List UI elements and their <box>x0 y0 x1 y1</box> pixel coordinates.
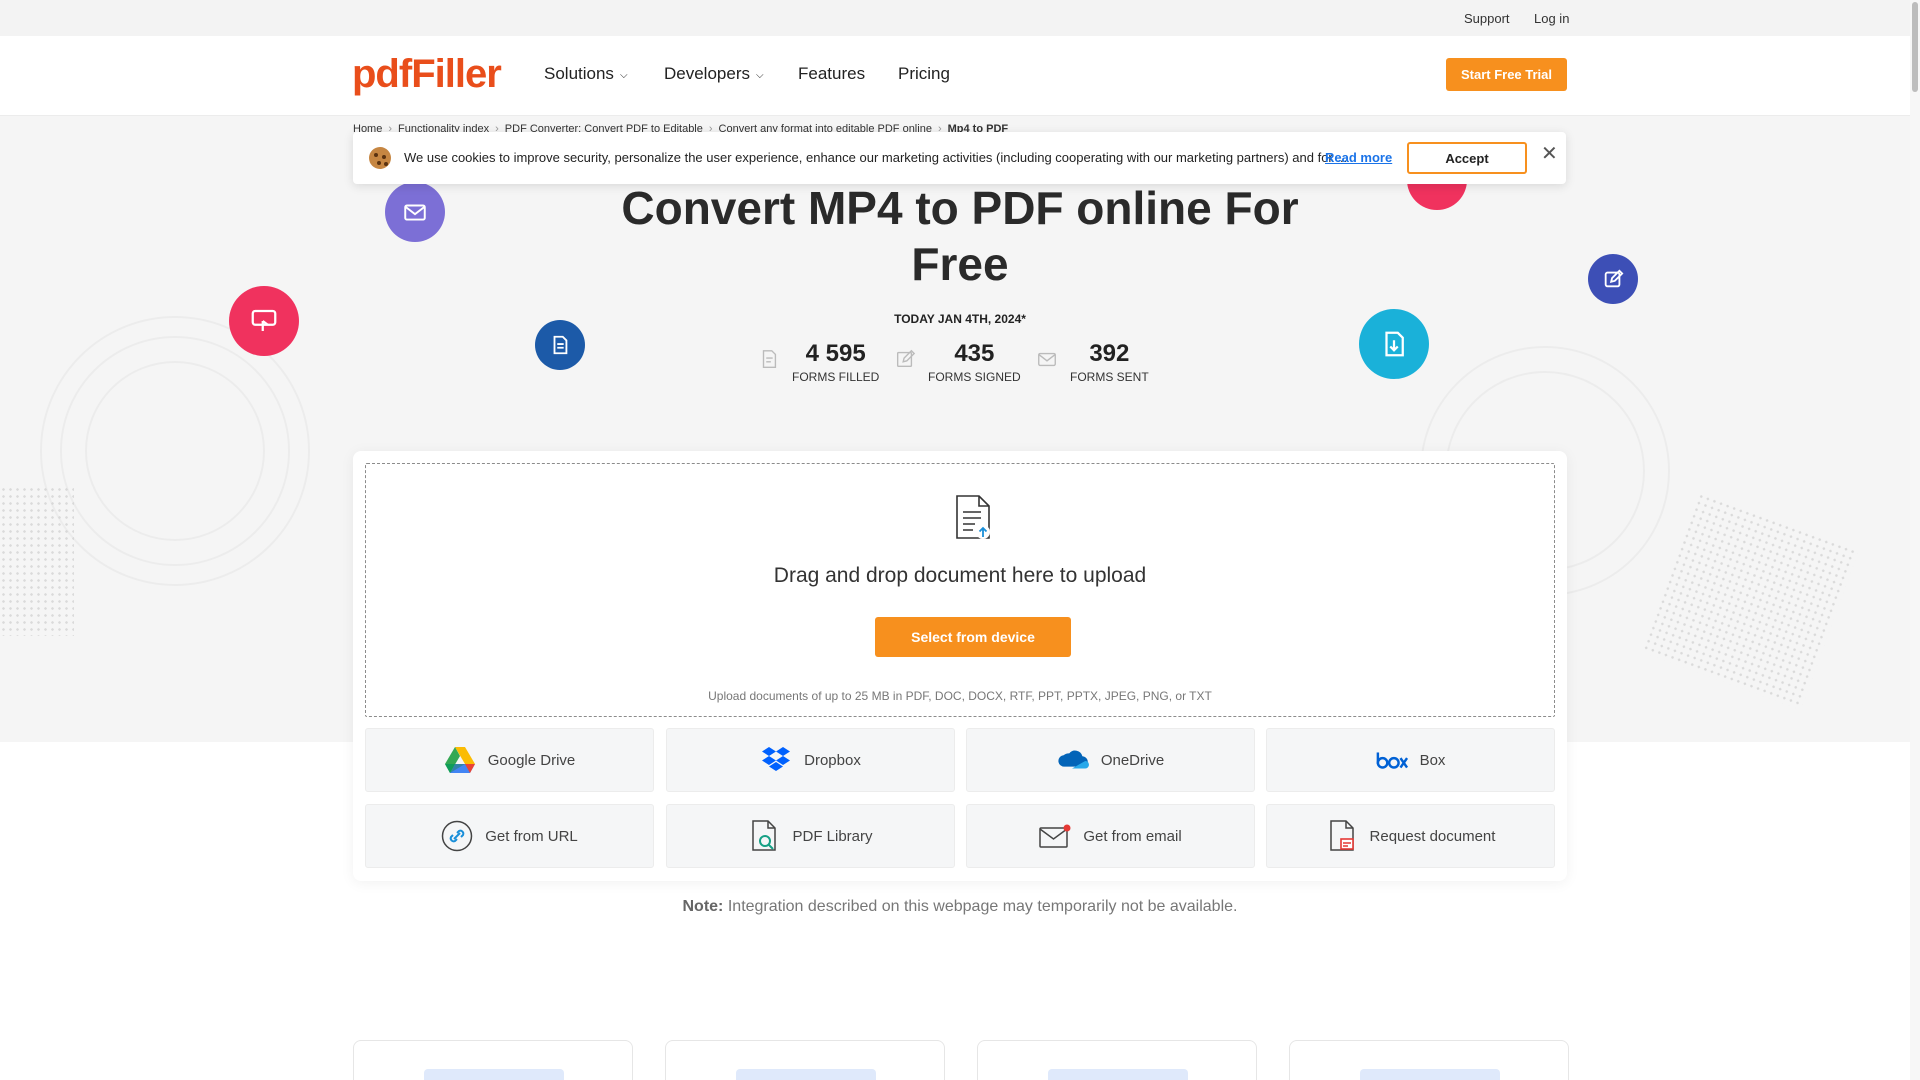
request-document-label: Request document <box>1369 827 1496 845</box>
decor-dots <box>0 486 74 636</box>
decor-dots <box>1641 492 1859 710</box>
upload-dropzone[interactable]: Drag and drop document here to upload Se… <box>365 463 1555 717</box>
close-icon[interactable]: ✕ <box>1541 141 1558 166</box>
email-icon <box>1039 820 1071 852</box>
form-signed-icon <box>896 349 916 368</box>
note-text: Integration described on this webpage ma… <box>727 898 1238 915</box>
cookie-accept-button[interactable]: Accept <box>1407 142 1527 174</box>
email-envelope-icon <box>385 182 445 242</box>
stat-value: 435 <box>954 340 995 367</box>
cookie-icon <box>369 147 391 169</box>
feature-illustration <box>1360 1069 1500 1080</box>
onedrive-button[interactable]: OneDrive <box>966 728 1255 792</box>
start-free-trial-button[interactable]: Start Free Trial <box>1446 58 1567 91</box>
touch-sign-icon <box>229 286 299 356</box>
box-label: Box <box>1419 751 1446 769</box>
chevron-down-icon: ⌵ <box>756 69 764 81</box>
drop-text: Drag and drop document here to upload <box>773 564 1147 587</box>
google-drive-icon <box>444 744 476 776</box>
nav-solutions[interactable]: Solutions ⌵ <box>544 64 628 84</box>
onedrive-icon <box>1057 744 1089 776</box>
document-list-icon <box>535 320 585 370</box>
upload-note: Upload documents of up to 25 MB in PDF, … <box>708 689 1212 703</box>
pdf-library-button[interactable]: PDF Library <box>666 804 955 868</box>
download-document-icon <box>1359 309 1429 379</box>
get-from-url-button[interactable]: Get from URL <box>365 804 654 868</box>
dropbox-icon <box>760 744 792 776</box>
nav-pricing-label: Pricing <box>898 64 950 83</box>
integration-note: Note: Integration described on this webp… <box>0 898 1920 916</box>
pdf-library-icon <box>748 820 780 852</box>
stat-forms-sent: 392 FORMS SENT <box>1036 340 1149 384</box>
nav-features-label: Features <box>798 64 866 83</box>
stat-label: FORMS FILLED <box>792 370 880 384</box>
select-from-device-button[interactable]: Select from device <box>875 617 1071 657</box>
box-button[interactable]: Box <box>1266 728 1555 792</box>
onedrive-label: OneDrive <box>1100 751 1165 769</box>
link-icon <box>441 820 473 852</box>
cookie-read-more-link[interactable]: Read more <box>1325 150 1392 165</box>
form-sent-icon <box>1038 352 1056 367</box>
feature-card[interactable] <box>665 1040 945 1080</box>
pdffiller-logo[interactable]: pdfFiller <box>352 52 502 97</box>
feature-card[interactable] <box>353 1040 633 1080</box>
stat-forms-signed: 435 FORMS SIGNED <box>894 340 1021 384</box>
upload-document-icon <box>956 495 990 539</box>
feature-illustration <box>424 1069 564 1080</box>
nav-developers-label: Developers <box>664 64 750 83</box>
support-link[interactable]: Support <box>1464 11 1510 26</box>
decor-ring <box>85 361 265 541</box>
nav-solutions-label: Solutions <box>544 64 614 83</box>
get-from-url-label: Get from URL <box>485 827 578 845</box>
feature-card[interactable] <box>1289 1040 1569 1080</box>
nav-features[interactable]: Features <box>798 64 865 84</box>
chevron-down-icon: ⌵ <box>619 69 628 81</box>
stat-value: 4 595 <box>805 340 866 367</box>
nav-developers[interactable]: Developers ⌵ <box>664 64 764 84</box>
dropbox-label: Dropbox <box>804 751 861 769</box>
form-filled-icon <box>762 350 777 368</box>
request-document-button[interactable]: Request document <box>1266 804 1555 868</box>
feature-illustration <box>736 1069 876 1080</box>
main-header: pdfFiller Solutions ⌵ Developers ⌵ Featu… <box>0 36 1920 116</box>
upload-card: Drag and drop document here to upload Se… <box>353 451 1567 881</box>
feature-card[interactable] <box>977 1040 1257 1080</box>
nav-pricing[interactable]: Pricing <box>898 64 950 84</box>
stat-value: 392 <box>1089 340 1130 367</box>
google-drive-label: Google Drive <box>487 751 576 769</box>
box-icon <box>1376 744 1408 776</box>
stat-forms-filled: 4 595 FORMS FILLED <box>758 340 879 384</box>
today-date: TODAY JAN 4TH, 2024* <box>894 312 1026 326</box>
dropbox-button[interactable]: Dropbox <box>666 728 955 792</box>
edit-pencil-icon <box>1588 254 1638 304</box>
cookie-banner: We use cookies to improve security, pers… <box>353 132 1566 184</box>
feature-illustration <box>1048 1069 1188 1080</box>
stat-label: FORMS SIGNED <box>928 370 1021 384</box>
page-title: Convert MP4 to PDF online For Free <box>621 182 1299 290</box>
login-link[interactable]: Log in <box>1534 11 1569 26</box>
stat-label: FORMS SENT <box>1070 370 1149 384</box>
google-drive-button[interactable]: Google Drive <box>365 728 654 792</box>
scrollbar-thumb[interactable] <box>1912 2 1918 92</box>
get-from-email-button[interactable]: Get from email <box>966 804 1255 868</box>
note-label: Note: <box>682 898 724 915</box>
cookie-text: We use cookies to improve security, pers… <box>404 150 1348 165</box>
pdf-library-label: PDF Library <box>792 827 873 845</box>
page-scrollbar[interactable] <box>1910 0 1920 1080</box>
get-from-email-label: Get from email <box>1083 827 1182 845</box>
utility-bar: Support Log in <box>0 0 1920 36</box>
request-document-icon <box>1326 820 1358 852</box>
